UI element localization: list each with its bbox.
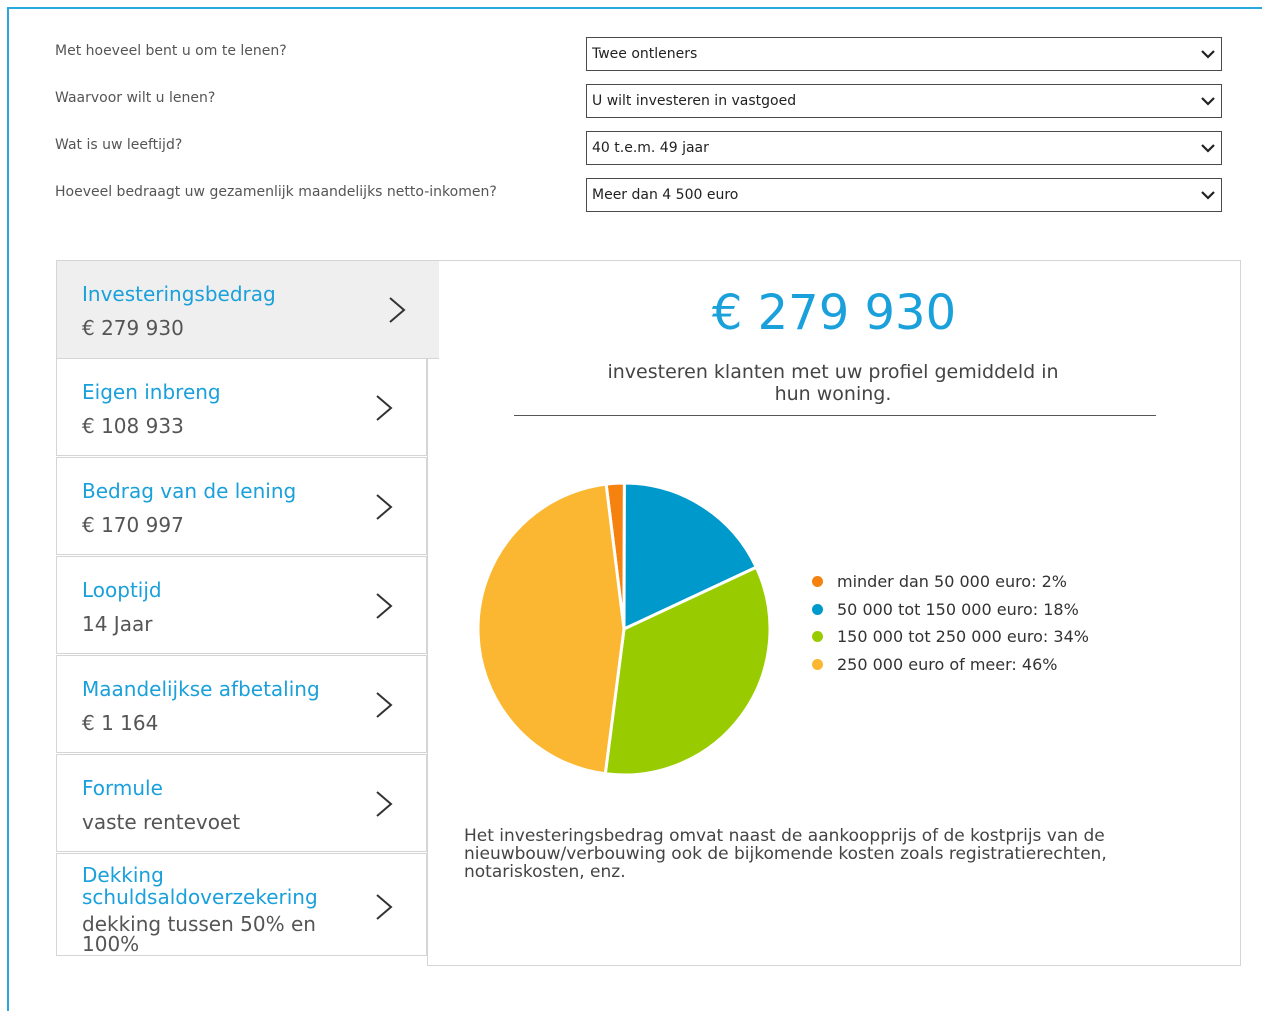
chevron-down-icon: [1201, 50, 1215, 59]
menu-item-title: Eigen inbreng: [82, 380, 221, 404]
menu-item-title: Bedrag van de lening: [82, 479, 297, 503]
chevron-down-icon: [1201, 191, 1215, 200]
legend-item-0: minder dan 50 000 euro: 2%: [812, 568, 1089, 596]
menu-item-dekking[interactable]: Dekking schuldsaldoverzekering dekking t…: [56, 853, 427, 956]
income-select[interactable]: Meer dan 4 500 euro: [586, 178, 1222, 212]
menu-item-title: Looptijd: [82, 578, 162, 602]
legend-dot: [812, 576, 823, 588]
income-select-value: Meer dan 4 500 euro: [592, 187, 739, 203]
menu-item-value: € 1 164: [82, 711, 159, 735]
chevron-right-icon: [376, 395, 393, 421]
menu-item-value: vaste rentevoet: [82, 810, 241, 834]
chevron-down-icon: [1201, 144, 1215, 153]
menu-item-value: dekking tussen 50% en 100%: [82, 912, 316, 956]
menu-item-value: 14 Jaar: [82, 612, 153, 636]
question-income-label: Hoeveel bedraagt uw gezamenlijk maandeli…: [55, 184, 497, 200]
chevron-right-icon: [376, 791, 393, 817]
menu-item-formule[interactable]: Formule vaste rentevoet: [56, 754, 427, 852]
chevron-right-icon: [389, 297, 406, 323]
chevron-right-icon: [376, 494, 393, 520]
purpose-select-value: U wilt investeren in vastgoed: [592, 93, 797, 109]
legend-label: 50 000 tot 150 000 euro: 18%: [837, 599, 1079, 619]
menu-item-title: Maandelijkse afbetaling: [82, 677, 320, 701]
question-borrowers-label: Met hoeveel bent u om te lenen?: [55, 43, 287, 59]
menu-item-value: € 279 930: [82, 316, 184, 340]
menu-item-eigen-inbreng[interactable]: Eigen inbreng € 108 933: [56, 358, 427, 456]
menu-item-investeringsbedrag[interactable]: Investeringsbedrag € 279 930: [56, 260, 439, 359]
menu-item-title: Formule: [82, 776, 163, 800]
legend-item-1: 50 000 tot 150 000 euro: 18%: [812, 596, 1089, 624]
chevron-right-icon: [376, 894, 393, 920]
legend-label: 150 000 tot 250 000 euro: 34%: [837, 627, 1089, 647]
footnote: Het investeringsbedrag omvat naast de aa…: [464, 826, 1107, 882]
legend-dot: [812, 603, 823, 615]
question-purpose-label: Waarvoor wilt u lenen?: [55, 90, 216, 106]
legend-label: 250 000 euro of meer: 46%: [837, 654, 1058, 674]
chevron-right-icon: [376, 593, 393, 619]
pie-chart: [476, 481, 772, 777]
pie-legend: minder dan 50 000 euro: 2% 50 000 tot 150…: [812, 568, 1089, 678]
legend-item-2: 150 000 tot 250 000 euro: 34%: [812, 623, 1089, 651]
chevron-down-icon: [1201, 97, 1215, 106]
menu-item-title: Dekking schuldsaldoverzekering: [82, 863, 318, 909]
menu-item-value: € 108 933: [82, 414, 184, 438]
borrowers-select[interactable]: Twee ontleners: [586, 37, 1222, 71]
menu-item-looptijd[interactable]: Looptijd 14 Jaar: [56, 556, 427, 654]
age-select-value: 40 t.e.m. 49 jaar: [592, 140, 709, 156]
legend-label: minder dan 50 000 euro: 2%: [837, 572, 1067, 592]
menu-item-maandelijkse-afbetaling[interactable]: Maandelijkse afbetaling € 1 164: [56, 655, 427, 753]
menu-item-title: Investeringsbedrag: [82, 282, 276, 306]
pie-slice-3: [476, 482, 626, 776]
result-panel: € 279 930 investeren klanten met uw prof…: [427, 260, 1241, 966]
borrowers-select-value: Twee ontleners: [592, 46, 698, 62]
purpose-select[interactable]: U wilt investeren in vastgoed: [586, 84, 1222, 118]
menu-item-bedrag-lening[interactable]: Bedrag van de lening € 170 997: [56, 457, 427, 555]
legend-item-3: 250 000 euro of meer: 46%: [812, 651, 1089, 679]
age-select[interactable]: 40 t.e.m. 49 jaar: [586, 131, 1222, 165]
legend-dot: [812, 631, 823, 643]
chevron-right-icon: [376, 692, 393, 718]
divider: [514, 415, 1156, 416]
question-age-label: Wat is uw leeftijd?: [55, 137, 183, 153]
investment-amount: € 279 930: [711, 285, 957, 341]
result-subtitle: investeren klanten met uw profiel gemidd…: [607, 361, 1059, 405]
legend-dot: [812, 658, 823, 670]
menu-item-value: € 170 997: [82, 513, 184, 537]
